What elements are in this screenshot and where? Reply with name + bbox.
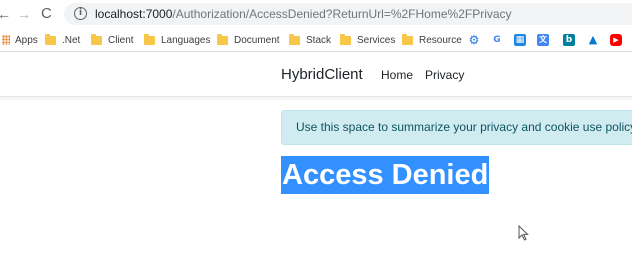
extension-icon[interactable]: ▦ xyxy=(514,34,526,46)
folder-icon xyxy=(402,33,413,45)
bookmark-label: Resource xyxy=(419,34,462,46)
youtube-icon[interactable]: ▶ xyxy=(610,34,622,46)
forward-arrow-icon[interactable]: → xyxy=(17,6,31,22)
bookmark-folder-stack[interactable]: Stack xyxy=(289,33,331,47)
bookmark-folder-languages[interactable]: Languages xyxy=(144,33,211,47)
bookmark-folder-dotnet[interactable]: .Net xyxy=(45,33,80,47)
folder-icon xyxy=(91,33,102,45)
reload-icon[interactable]: C xyxy=(41,6,52,22)
bookmark-label: .Net xyxy=(62,34,81,46)
bookmark-folder-client[interactable]: Client xyxy=(91,33,134,47)
bookmark-folder-resource[interactable]: Resource xyxy=(402,33,462,47)
page-title: Access Denied xyxy=(281,156,490,194)
google-icon[interactable]: G xyxy=(491,34,503,46)
apps-grid-icon xyxy=(2,35,10,45)
url-host: localhost:7000 xyxy=(95,7,173,21)
translate-icon[interactable]: 文 xyxy=(537,34,549,46)
url-path: /Authorization/AccessDenied?ReturnUrl=%2… xyxy=(172,7,512,21)
bookmark-apps[interactable]: Apps xyxy=(2,33,38,47)
site-navbar: HybridClient Home Privacy xyxy=(0,53,632,97)
folder-icon xyxy=(144,33,155,45)
settings-gear-icon[interactable]: ⚙ xyxy=(468,34,480,46)
mouse-cursor-icon xyxy=(518,225,529,241)
nav-link-home[interactable]: Home xyxy=(381,68,413,82)
bookmark-label: Stack xyxy=(306,34,332,46)
cookie-consent-text: Use this space to summarize your privacy… xyxy=(296,120,632,134)
bookmarks-bar: Apps .Net Client Languages Document Stac… xyxy=(0,28,632,52)
url-text[interactable]: localhost:7000/Authorization/AccessDenie… xyxy=(95,7,512,21)
nav-link-privacy[interactable]: Privacy xyxy=(425,68,464,82)
site-brand[interactable]: HybridClient xyxy=(281,66,363,83)
azure-icon[interactable]: ▲ xyxy=(587,34,599,46)
bookmark-folder-document[interactable]: Document xyxy=(217,33,280,47)
address-bar[interactable]: i localhost:7000/Authorization/AccessDen… xyxy=(64,3,632,25)
bookmark-folder-services[interactable]: Services xyxy=(340,33,395,47)
bookmark-label: Document xyxy=(234,34,280,46)
bookmark-label: Client xyxy=(108,34,134,46)
folder-icon xyxy=(340,33,351,45)
bing-icon[interactable]: b xyxy=(563,34,575,46)
browser-toolbar: ← → C i localhost:7000/Authorization/Acc… xyxy=(0,0,632,28)
folder-icon xyxy=(289,33,300,45)
folder-icon xyxy=(217,33,228,45)
bookmark-label: Apps xyxy=(15,34,38,46)
site-info-icon[interactable]: i xyxy=(74,7,87,20)
bookmark-label: Languages xyxy=(161,34,211,46)
bookmark-label: Services xyxy=(357,34,396,46)
cookie-consent-banner: Use this space to summarize your privacy… xyxy=(281,110,632,145)
folder-icon xyxy=(45,33,56,45)
back-arrow-icon[interactable]: ← xyxy=(0,6,11,22)
